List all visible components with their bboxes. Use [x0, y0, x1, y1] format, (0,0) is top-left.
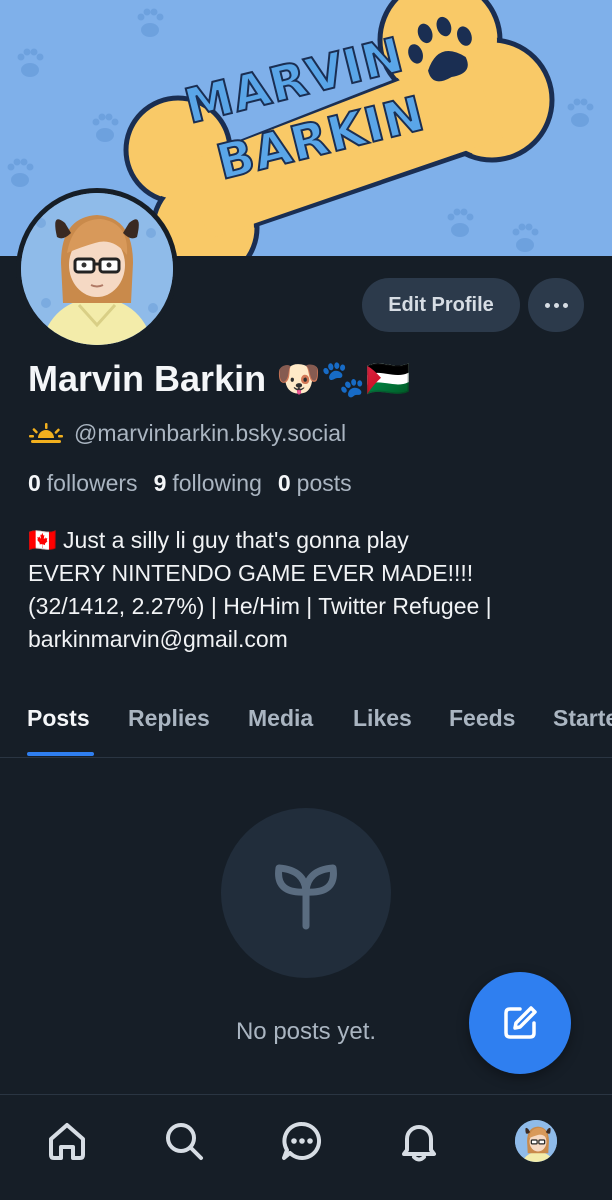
bio-line: (32/1412, 2.27%) | He/Him | Twitter Refu…	[28, 593, 492, 619]
bottom-navigation	[0, 1094, 612, 1200]
bio-email-link[interactable]: barkinmarvin@gmail.com	[28, 623, 598, 656]
posts-count: 0	[277, 470, 291, 496]
chat-icon	[282, 1121, 322, 1160]
profile-bio: 🇨🇦 Just a silly li guy that's gonna play…	[28, 524, 598, 656]
followers-count: 0	[28, 470, 41, 496]
sunrise-icon	[29, 423, 63, 443]
nav-home-button[interactable]	[43, 1117, 91, 1165]
followers-label: followers	[46, 470, 138, 496]
tab-posts[interactable]: Posts	[27, 705, 90, 732]
edit-profile-button[interactable]: Edit Profile	[362, 278, 520, 332]
following-label: following	[172, 470, 262, 496]
nav-search-button[interactable]	[160, 1117, 208, 1165]
search-icon	[166, 1123, 203, 1160]
sprout-icon	[275, 864, 337, 930]
bell-icon	[402, 1125, 436, 1162]
active-tab-indicator	[27, 752, 94, 756]
profile-stats: 0 followers 9 following 0 posts	[28, 470, 368, 497]
ellipsis-icon	[544, 302, 550, 308]
nav-profile-button[interactable]	[512, 1117, 560, 1165]
tab-starter-packs[interactable]: Starte	[553, 705, 612, 732]
profile-tabs: Posts Replies Media Likes Feeds Starte	[0, 700, 612, 758]
nav-chat-button[interactable]	[278, 1117, 326, 1165]
avatar-image	[21, 193, 173, 345]
posts-label: posts	[296, 470, 352, 496]
more-options-button[interactable]	[528, 278, 584, 332]
profile-display-name: Marvin Barkin 🐶🐾🇵🇸	[28, 358, 411, 399]
profile-avatar[interactable]	[16, 188, 178, 350]
tab-likes[interactable]: Likes	[353, 705, 412, 732]
profile-handle[interactable]: @marvinbarkin.bsky.social	[74, 420, 346, 447]
following-count: 9	[153, 470, 167, 496]
profile-handle-row: @marvinbarkin.bsky.social	[28, 418, 346, 448]
empty-state-icon-circle	[221, 808, 391, 978]
tab-media[interactable]: Media	[248, 705, 313, 732]
home-icon	[49, 1123, 85, 1160]
following-stat[interactable]: 9 following	[154, 470, 262, 497]
compose-post-button[interactable]	[469, 972, 571, 1074]
tab-feeds[interactable]: Feeds	[449, 705, 515, 732]
bio-line: EVERY NINTENDO GAME EVER MADE!!!!	[28, 560, 474, 586]
nav-notifications-button[interactable]	[395, 1117, 443, 1165]
compose-icon	[504, 1006, 537, 1039]
bio-line: 🇨🇦 Just a silly li guy that's gonna play	[28, 527, 409, 553]
avatar	[513, 1118, 559, 1164]
followers-stat[interactable]: 0 followers	[28, 470, 138, 497]
tab-replies[interactable]: Replies	[128, 705, 210, 732]
posts-stat: 0 posts	[278, 470, 352, 497]
